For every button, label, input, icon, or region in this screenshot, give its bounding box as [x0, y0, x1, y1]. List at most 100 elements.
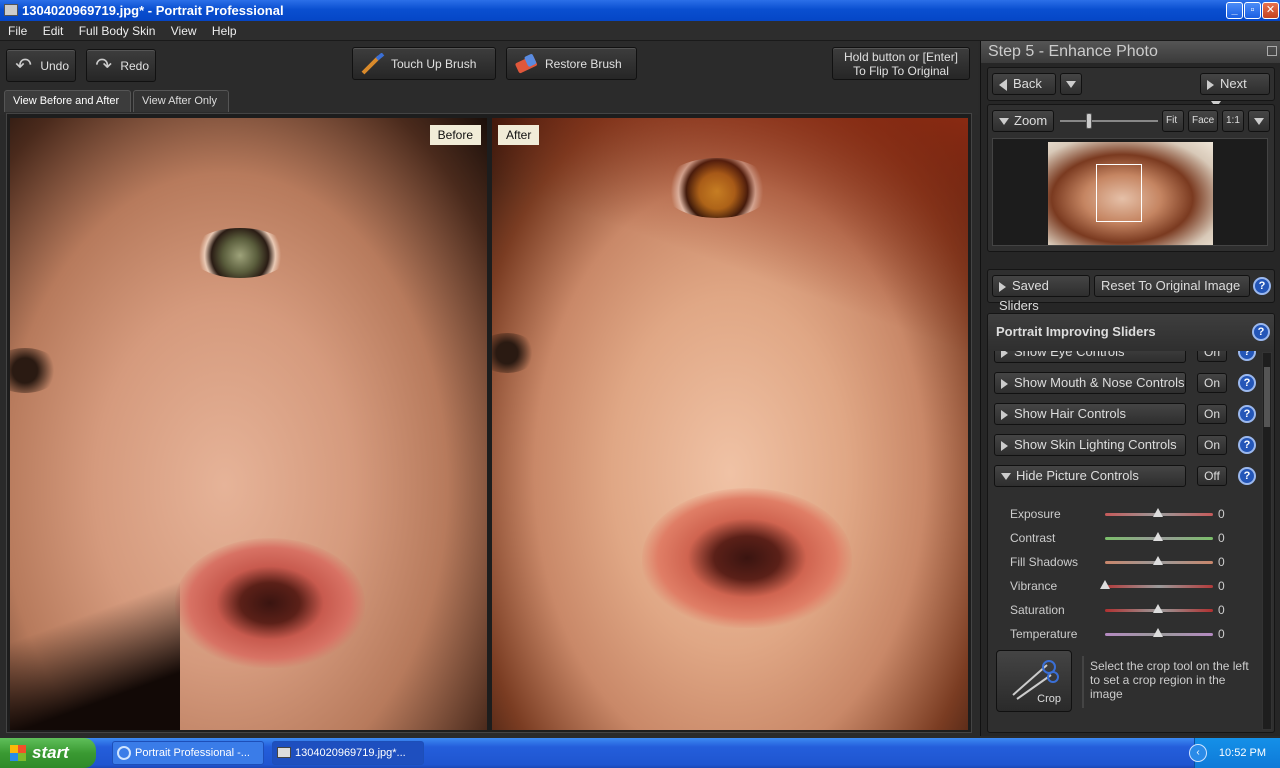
undo-button[interactable]: ↶ Undo: [6, 49, 76, 82]
on-off-toggle[interactable]: Off: [1197, 466, 1227, 486]
chevron-right-icon: [999, 281, 1006, 292]
help-icon[interactable]: ?: [1252, 323, 1270, 341]
window-title: 1304020969719.jpg* - Portrait Profession…: [22, 3, 284, 18]
next-button[interactable]: Next: [1200, 73, 1270, 109]
chevron-down-icon: [1066, 81, 1076, 89]
back-dropdown-button[interactable]: [1060, 73, 1082, 95]
toggle-controls-button[interactable]: Show Hair Controls: [994, 403, 1186, 425]
maximize-button[interactable]: ▫: [1244, 2, 1261, 19]
slider-value: 0: [1218, 555, 1225, 569]
tab-view-after-only[interactable]: View After Only: [133, 90, 229, 112]
on-off-toggle[interactable]: On: [1197, 373, 1227, 393]
control-row: Show Skin Lighting Controls On?: [990, 433, 1260, 457]
slider-thumb[interactable]: [1153, 628, 1163, 637]
flip-hint-line1: Hold button or [Enter]: [843, 49, 959, 64]
restore-brush-button[interactable]: Restore Brush: [506, 47, 637, 80]
before-eye2-image: [10, 348, 60, 393]
touch-up-brush-label: Touch Up Brush: [391, 56, 477, 71]
sliders-scrollbar[interactable]: [1262, 352, 1272, 730]
tab-view-before-and-after[interactable]: View Before and After: [4, 90, 131, 112]
sliders-scroll-area: Show Eye Controls On? Show Mouth & Nose Co…: [990, 351, 1260, 731]
chevron-down-icon: [1001, 473, 1011, 481]
after-photo[interactable]: After: [492, 118, 968, 730]
taskbar-item-portrait-professional[interactable]: Portrait Professional -...: [112, 741, 264, 765]
minimize-button[interactable]: _: [1226, 2, 1243, 19]
redo-button[interactable]: ↷ Redo: [86, 49, 156, 82]
before-lips-image: [175, 538, 365, 668]
zoom-slider-thumb[interactable]: [1086, 113, 1093, 129]
toggle-controls-button[interactable]: Hide Picture Controls: [994, 465, 1186, 487]
slider-thumb[interactable]: [1153, 532, 1163, 541]
start-label: start: [32, 743, 69, 762]
taskbar-item-image-file[interactable]: 1304020969719.jpg*...: [272, 741, 424, 765]
help-icon[interactable]: ?: [1238, 436, 1256, 454]
zoom-slider-track[interactable]: [1060, 120, 1158, 122]
flip-to-original-button[interactable]: Hold button or [Enter] To Flip To Origin…: [832, 47, 970, 80]
help-icon[interactable]: ?: [1238, 405, 1256, 423]
navigator-thumbnail[interactable]: [1048, 142, 1213, 245]
system-tray: ‹ 10:52 PM: [1189, 738, 1280, 768]
slider-thumb[interactable]: [1100, 580, 1110, 589]
menu-bar: File Edit Full Body Skin View Help: [0, 21, 1280, 41]
menu-edit[interactable]: Edit: [37, 21, 70, 41]
touch-up-brush-button[interactable]: Touch Up Brush: [352, 47, 496, 80]
before-eye-image: [190, 228, 290, 278]
start-button[interactable]: start: [0, 738, 96, 768]
redo-icon: ↷: [95, 55, 113, 77]
slider-thumb[interactable]: [1153, 556, 1163, 565]
slider-track[interactable]: [1105, 585, 1213, 588]
help-icon[interactable]: ?: [1238, 351, 1256, 361]
zoom-toggle-button[interactable]: Zoom: [992, 110, 1054, 132]
navigator-viewport-box[interactable]: [1096, 164, 1142, 222]
menu-full-body-skin[interactable]: Full Body Skin: [73, 21, 162, 41]
right-panel: Step 5 - Enhance Photo Back Next Zoom Fi…: [980, 41, 1280, 736]
slider-label: Temperature: [1010, 627, 1078, 641]
control-row: Show Eye Controls On?: [990, 351, 1260, 364]
toggle-controls-button[interactable]: Show Mouth & Nose Controls: [994, 372, 1186, 394]
chevron-right-icon: [1001, 351, 1008, 358]
toggle-controls-button[interactable]: Show Skin Lighting Controls: [994, 434, 1186, 456]
help-icon[interactable]: ?: [1238, 374, 1256, 392]
reset-original-button[interactable]: Reset To Original Image: [1094, 275, 1250, 297]
zoom-face-button[interactable]: Face: [1188, 110, 1218, 132]
on-off-toggle[interactable]: On: [1197, 404, 1227, 424]
back-button[interactable]: Back: [992, 73, 1056, 95]
menu-view[interactable]: View: [165, 21, 203, 41]
app-icon: [4, 4, 18, 16]
zoom-fit-button[interactable]: Fit: [1162, 110, 1184, 132]
help-icon[interactable]: ?: [1253, 277, 1271, 295]
next-label: Next: [1220, 76, 1247, 91]
chevron-right-icon: [1001, 409, 1008, 420]
before-label: Before: [429, 125, 481, 145]
slider-thumb[interactable]: [1153, 508, 1163, 517]
saved-sliders-button[interactable]: Saved Sliders: [992, 275, 1090, 313]
scrollbar-thumb[interactable]: [1264, 367, 1270, 427]
slider-thumb[interactable]: [1153, 604, 1163, 613]
tray-expand-icon[interactable]: ‹: [1189, 744, 1207, 762]
redo-label: Redo: [120, 58, 149, 73]
toggle-controls-button[interactable]: Show Eye Controls: [994, 351, 1186, 363]
zoom-1to1-button[interactable]: 1:1: [1222, 110, 1244, 132]
control-label: Show Hair Controls: [1014, 406, 1126, 421]
crop-button[interactable]: Crop: [996, 650, 1072, 712]
slider-label: Vibrance: [1010, 579, 1058, 593]
zoom-options-button[interactable]: [1248, 110, 1270, 132]
chevron-down-icon: [1254, 118, 1264, 126]
menu-help[interactable]: Help: [206, 21, 243, 41]
slider-value: 0: [1218, 507, 1225, 521]
on-off-toggle[interactable]: On: [1197, 351, 1227, 362]
undo-icon: ↶: [15, 55, 33, 77]
menu-file[interactable]: File: [0, 21, 33, 41]
slider-label: Contrast: [1010, 531, 1056, 545]
back-label: Back: [1013, 76, 1042, 91]
taskbar-item-label: 1304020969719.jpg*...: [295, 747, 406, 759]
close-button[interactable]: ✕: [1262, 2, 1279, 19]
dock-icon[interactable]: [1267, 46, 1277, 56]
slider-value: 0: [1218, 627, 1225, 641]
slider-label: Exposure: [1010, 507, 1061, 521]
help-icon[interactable]: ?: [1238, 467, 1256, 485]
sliders-header: Portrait Improving Sliders ?: [988, 314, 1274, 350]
before-photo[interactable]: Before: [10, 118, 487, 730]
before-shadow-image: [10, 538, 180, 730]
on-off-toggle[interactable]: On: [1197, 435, 1227, 455]
